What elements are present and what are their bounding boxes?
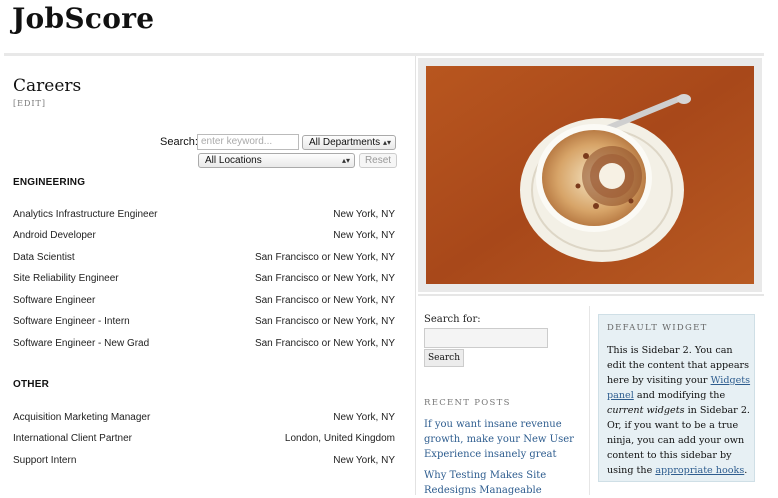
recent-post-link[interactable]: If you want insane revenue growth, make … <box>424 417 574 462</box>
sidebar-search-button[interactable]: Search <box>424 349 464 367</box>
job-title[interactable]: Data Scientist <box>13 252 75 263</box>
department-heading-engineering: ENGINEERING <box>13 177 86 188</box>
job-row[interactable]: Support Intern New York, NY <box>13 455 395 469</box>
job-row[interactable]: International Client Partner London, Uni… <box>13 433 395 447</box>
widget-text-emphasis: current widgets <box>607 405 685 416</box>
job-row[interactable]: Android Developer New York, NY <box>13 230 395 244</box>
job-title[interactable]: Android Developer <box>13 230 96 241</box>
widget-title: Default Widget <box>607 323 708 333</box>
search-label: Search: <box>160 136 198 148</box>
edit-link[interactable]: [EDIT] <box>13 99 46 108</box>
keyword-search-input[interactable]: enter keyword... <box>197 134 299 150</box>
job-title[interactable]: International Client Partner <box>13 433 132 444</box>
default-widget: Default Widget This is Sidebar 2. You ca… <box>598 314 755 482</box>
location-select-value: All Locations <box>205 155 262 166</box>
job-location: New York, NY <box>333 412 395 423</box>
site-title[interactable]: JobScore <box>12 2 154 35</box>
appropriate-hooks-link[interactable]: appropriate hooks <box>655 465 744 476</box>
job-location: San Francisco or New York, NY <box>254 273 395 284</box>
job-location: New York, NY <box>333 209 395 220</box>
recent-post-link[interactable]: Why Testing Makes Site Redesigns Managea… <box>424 468 574 498</box>
job-location: San Francisco or New York, NY <box>254 295 395 306</box>
job-title[interactable]: Analytics Infrastructure Engineer <box>13 209 158 220</box>
job-row[interactable]: Software Engineer - New Grad San Francis… <box>13 338 395 352</box>
job-title[interactable]: Support Intern <box>13 455 76 466</box>
job-row[interactable]: Acquisition Marketing Manager New York, … <box>13 412 395 426</box>
widget-text-part: . <box>744 465 748 476</box>
widget-text: This is Sidebar 2. You can edit the cont… <box>607 343 753 478</box>
job-location: New York, NY <box>333 230 395 241</box>
widget-text-part: and modifying the <box>633 390 726 401</box>
job-location: New York, NY <box>333 455 395 466</box>
job-title[interactable]: Site Reliability Engineer <box>13 273 119 284</box>
job-row[interactable]: Data Scientist San Francisco or New York… <box>13 252 395 266</box>
coffee-cup-photo <box>426 66 754 284</box>
updown-arrows-icon: ▴▾ <box>341 156 350 165</box>
job-title[interactable]: Software Engineer - New Grad <box>13 338 149 349</box>
sidebar-divider <box>589 306 590 495</box>
image-bottom-rule <box>418 294 764 296</box>
job-title[interactable]: Acquisition Marketing Manager <box>13 412 150 423</box>
job-row[interactable]: Software Engineer San Francisco or New Y… <box>13 295 395 309</box>
job-location: San Francisco or New York, NY <box>254 316 395 327</box>
sidebar-search-label: Search for: <box>424 314 481 325</box>
job-location: San Francisco or New York, NY <box>254 338 395 349</box>
job-row[interactable]: Software Engineer - Intern San Francisco… <box>13 316 395 330</box>
job-row[interactable]: Site Reliability Engineer San Francisco … <box>13 273 395 287</box>
recent-posts-heading: Recent Posts <box>424 398 511 408</box>
job-row[interactable]: Analytics Infrastructure Engineer New Yo… <box>13 209 395 223</box>
job-location: London, United Kingdom <box>284 433 395 444</box>
job-title[interactable]: Software Engineer - Intern <box>13 316 130 327</box>
sidebar-search-input[interactable] <box>424 328 548 348</box>
updown-arrows-icon: ▴▾ <box>382 138 391 147</box>
job-title[interactable]: Software Engineer <box>13 295 95 306</box>
department-select[interactable]: All Departments ▴▾ <box>302 135 396 150</box>
job-location: San Francisco or New York, NY <box>254 252 395 263</box>
column-divider <box>415 56 416 495</box>
department-select-value: All Departments <box>309 137 381 148</box>
page-title: Careers <box>13 76 82 96</box>
department-heading-other: OTHER <box>13 379 49 390</box>
reset-button[interactable]: Reset <box>359 153 397 168</box>
location-select[interactable]: All Locations ▴▾ <box>198 153 355 168</box>
main-content: Careers [EDIT] Search: enter keyword... … <box>0 56 415 495</box>
